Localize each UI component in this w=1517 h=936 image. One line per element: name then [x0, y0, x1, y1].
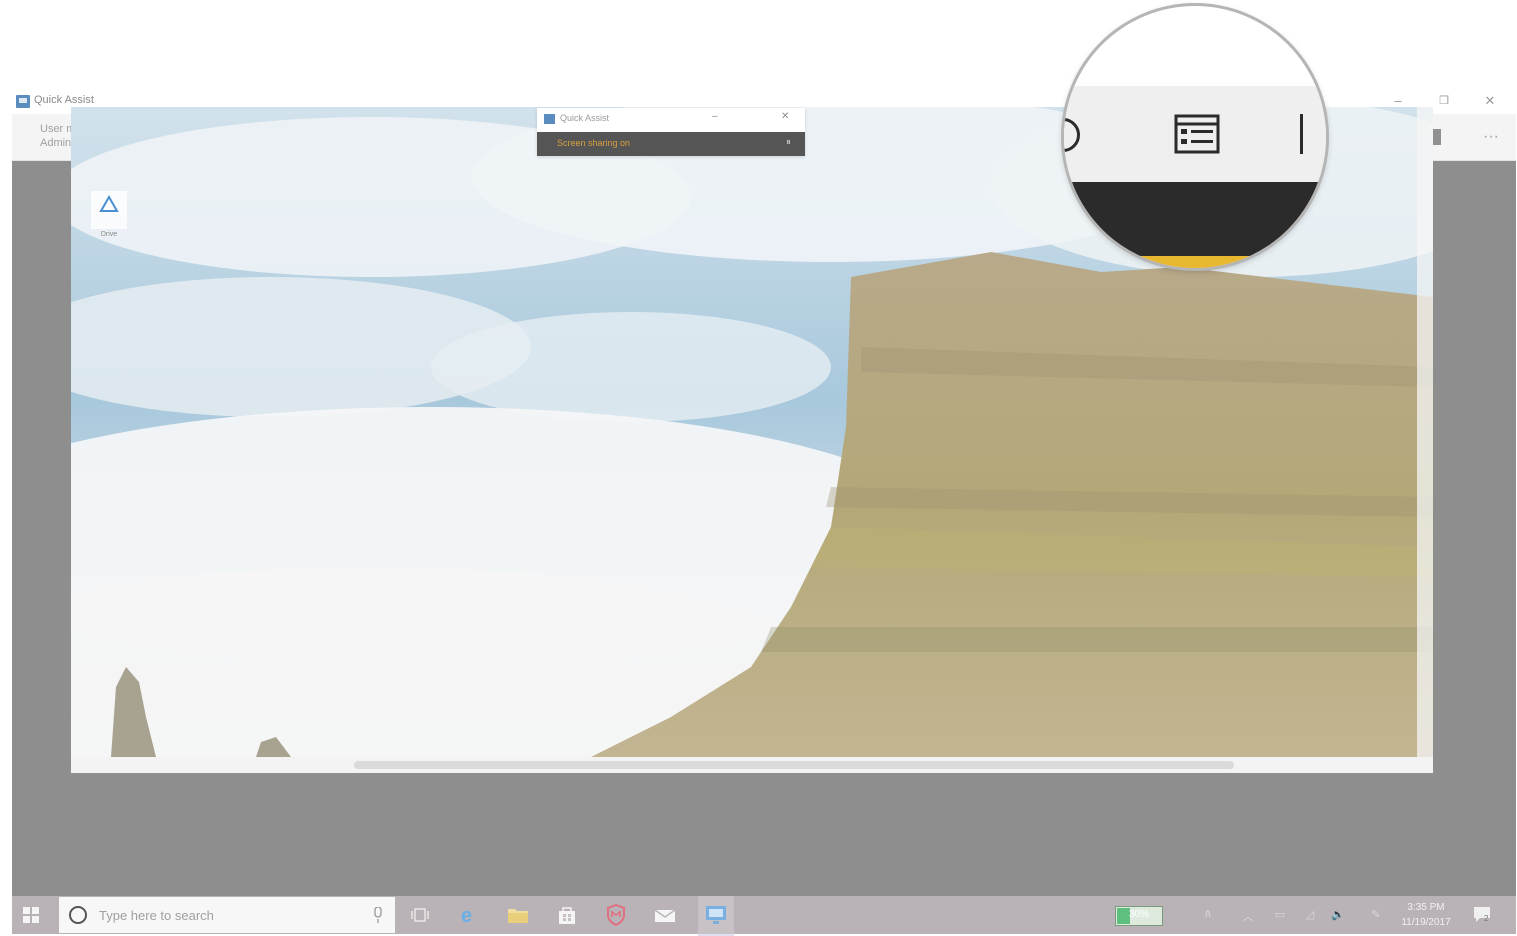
desktop-shortcut-drive[interactable]: Drive — [91, 191, 127, 238]
more-options-button[interactable]: ··· — [1473, 122, 1509, 152]
notification-count: 2 — [1484, 914, 1489, 923]
windows-logo-icon — [23, 907, 39, 923]
task-view-button[interactable] — [406, 901, 434, 929]
volume-icon[interactable]: 🔈 — [1330, 908, 1346, 922]
magnified-toolbar-separator — [1300, 114, 1303, 154]
remote-minimize-button[interactable]: – — [712, 111, 718, 122]
magnified-accent-border — [1064, 256, 1326, 268]
remote-pause-button[interactable]: ⏸ — [786, 137, 791, 148]
microphone-icon — [374, 907, 382, 923]
desktop-shortcut-label: Drive — [100, 231, 118, 238]
action-center-button[interactable]: 2 — [1472, 904, 1494, 926]
task-manager-icon[interactable] — [1174, 114, 1220, 154]
taskbar-store[interactable] — [553, 901, 581, 929]
magnifier-callout — [1064, 6, 1326, 268]
store-bag-icon — [559, 907, 575, 924]
notification-icon — [1474, 907, 1490, 922]
remote-taskbar: Type here to search e 30% ጰ ︿ ▭ ◿ 🔈 ✎ 3:… — [12, 896, 1516, 936]
remote-window-title: Quick Assist — [560, 113, 610, 123]
mail-icon — [654, 909, 676, 922]
show-hidden-icons-chevron-icon[interactable]: ︿ — [1240, 908, 1256, 923]
remote-close-button[interactable]: ✕ — [781, 111, 789, 122]
battery-percent: 30% — [1128, 909, 1149, 920]
wifi-icon[interactable]: ◿ — [1302, 908, 1318, 922]
close-button[interactable]: ✕ — [1470, 90, 1510, 112]
quick-assist-app-icon — [544, 114, 555, 124]
horizontal-scroll-thumb[interactable] — [354, 761, 1234, 769]
svg-text:e: e — [461, 905, 472, 926]
google-drive-icon — [99, 194, 119, 212]
battery-indicator[interactable]: 30% — [1115, 906, 1163, 926]
start-button[interactable] — [22, 906, 40, 924]
people-icon[interactable]: ጰ — [1200, 908, 1216, 922]
search-placeholder: Type here to search — [99, 908, 214, 923]
pen-workspace-icon[interactable]: ✎ — [1368, 908, 1384, 922]
mcafee-shield-icon — [607, 904, 625, 926]
window-title: Quick Assist — [34, 94, 94, 106]
taskbar-mcafee[interactable] — [602, 901, 630, 929]
quick-assist-app-icon — [16, 95, 30, 108]
remote-quick-assist-window: Quick Assist – ✕ Screen sharing on ⏸ — [537, 108, 805, 156]
clock-date: 11/19/2017 — [1401, 917, 1451, 928]
taskbar-quick-assist[interactable] — [698, 896, 734, 936]
screen-sharing-status: Screen sharing on — [557, 138, 631, 148]
battery-tray-icon[interactable]: ▭ — [1272, 908, 1288, 922]
remote-quick-assist-titlebar: Quick Assist – ✕ — [537, 108, 805, 132]
taskbar-mail[interactable] — [651, 901, 679, 929]
taskbar-file-explorer[interactable] — [504, 901, 532, 929]
screen-sharing-status-bar: Screen sharing on ⏸ — [537, 132, 805, 156]
horizontal-scrollbar[interactable] — [71, 757, 1433, 773]
clock-time: 3:35 PM — [1407, 902, 1445, 913]
taskbar-clock[interactable]: 3:35 PM 11/19/2017 — [1398, 900, 1454, 930]
vertical-scrollbar[interactable] — [1417, 107, 1433, 757]
taskbar-search-box[interactable]: Type here to search — [59, 897, 395, 933]
task-view-icon — [411, 908, 429, 922]
magnified-remote-edge — [1064, 182, 1326, 256]
quick-assist-taskbar-icon — [706, 906, 726, 924]
cortana-icon — [69, 906, 87, 924]
taskbar-edge[interactable]: e — [455, 901, 483, 929]
folder-icon — [508, 909, 528, 923]
edge-icon: e — [461, 905, 472, 926]
